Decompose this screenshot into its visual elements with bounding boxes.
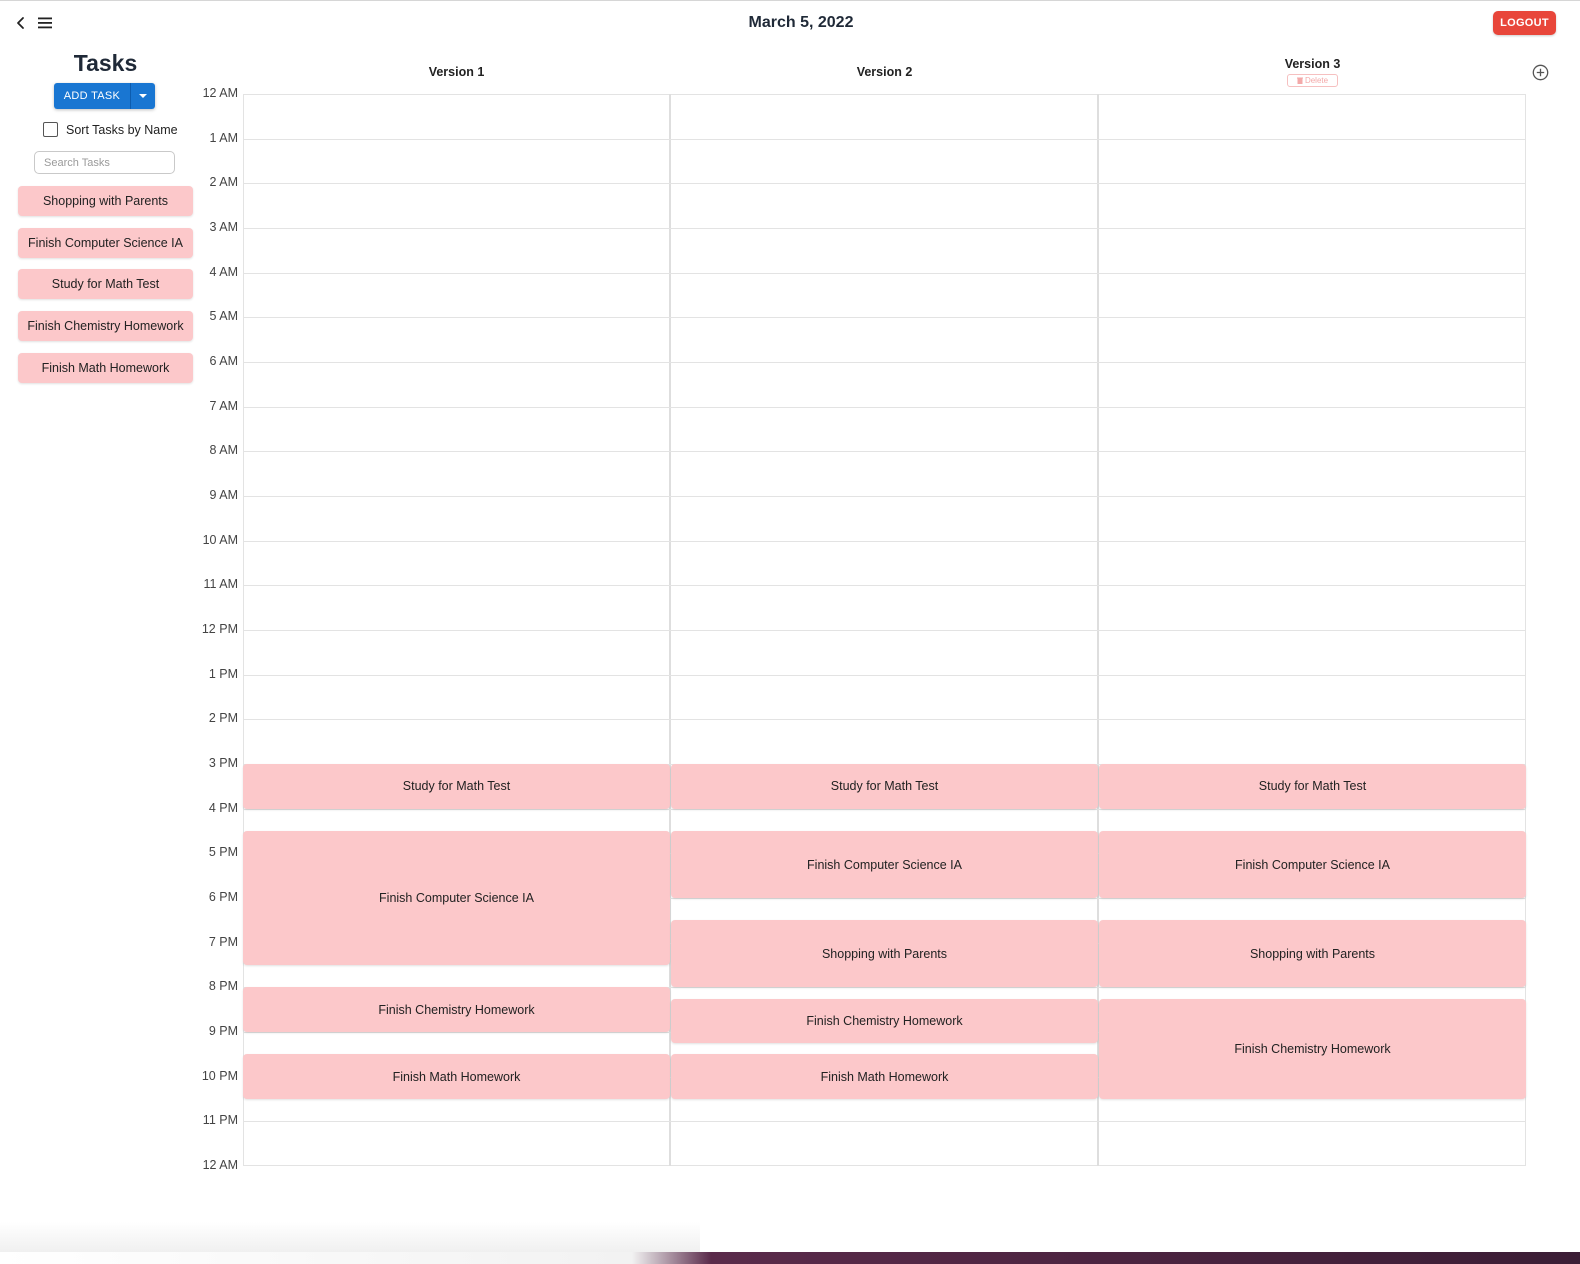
hour-label: 7 PM <box>208 934 238 949</box>
task-list: Shopping with Parents Finish Computer Sc… <box>18 186 193 394</box>
calendar-event[interactable]: Finish Computer Science IA <box>1099 831 1526 899</box>
delete-version-button[interactable]: Delete <box>1287 74 1338 87</box>
hour-label: 5 PM <box>208 845 238 860</box>
task-item[interactable]: Study for Math Test <box>18 269 193 300</box>
calendar-event[interactable]: Shopping with Parents <box>1099 920 1526 988</box>
sort-tasks-checkbox[interactable] <box>43 122 58 137</box>
hour-gridline <box>243 317 1526 319</box>
top-divider <box>0 0 1580 1</box>
calendar-event[interactable]: Finish Computer Science IA <box>243 831 670 966</box>
hour-label: 11 AM <box>203 577 238 592</box>
hour-gridline <box>243 272 1526 274</box>
hour-label: 6 PM <box>208 890 238 905</box>
add-version-button[interactable] <box>1532 64 1549 81</box>
bottom-strip <box>0 1252 1580 1264</box>
calendar-event[interactable]: Study for Math Test <box>1099 764 1526 809</box>
calendar-event[interactable]: Finish Math Homework <box>671 1054 1098 1100</box>
hour-gridline <box>243 496 1526 498</box>
plus-circle-icon <box>1532 64 1549 81</box>
version-1-title: Version 1 <box>428 65 485 79</box>
hour-gridline <box>243 228 1526 229</box>
hour-label: 4 AM <box>209 264 239 279</box>
hour-gridline <box>243 183 1526 185</box>
hour-gridline <box>243 674 1526 676</box>
sort-tasks-option: Sort Tasks by Name <box>43 122 178 137</box>
hour-label: 5 AM <box>209 309 239 324</box>
calendar-event[interactable]: Finish Math Homework <box>243 1054 670 1100</box>
hour-label: 1 PM <box>208 666 238 681</box>
trash-icon <box>1296 77 1303 84</box>
add-task-button[interactable]: ADD TASK <box>54 83 130 109</box>
calendar-event[interactable]: Study for Math Test <box>243 764 670 809</box>
hour-label: 2 AM <box>209 175 239 190</box>
version-3-title: Version 3 <box>1284 57 1341 71</box>
hour-gridline <box>243 362 1526 364</box>
delete-version-label: Delete <box>1304 76 1329 85</box>
calendar-grid: Study for Math Test Finish Computer Scien… <box>243 94 1526 1166</box>
calendar-event[interactable]: Finish Chemistry Homework <box>243 987 670 1033</box>
hour-label: 4 PM <box>208 800 238 815</box>
task-item[interactable]: Finish Math Homework <box>18 352 193 383</box>
hour-gridline <box>243 585 1526 587</box>
bottom-shadow <box>0 1222 700 1252</box>
sort-tasks-label: Sort Tasks by Name <box>66 122 178 137</box>
task-item[interactable]: Finish Computer Science IA <box>18 227 193 258</box>
search-tasks-input[interactable] <box>34 151 175 174</box>
hour-gridline <box>243 719 1526 721</box>
calendar-event[interactable]: Shopping with Parents <box>671 920 1098 988</box>
hour-label: 1 AM <box>209 130 239 145</box>
hour-gridline <box>243 1121 1526 1123</box>
hour-gridline <box>243 406 1526 408</box>
hour-label: 7 AM <box>209 398 239 413</box>
calendar-event[interactable]: Finish Chemistry Homework <box>671 998 1098 1044</box>
hour-gridline <box>243 808 1526 810</box>
calendar-event[interactable]: Study for Math Test <box>671 764 1098 809</box>
hour-label: 2 PM <box>208 711 238 726</box>
caret-down-icon <box>139 94 147 98</box>
task-item[interactable]: Shopping with Parents <box>18 186 193 216</box>
hour-gridline <box>243 138 1526 140</box>
tasks-heading: Tasks <box>73 50 138 76</box>
hour-label: 3 PM <box>208 756 238 771</box>
hour-label: 12 AM <box>202 86 238 100</box>
hour-label: 12 PM <box>201 622 238 637</box>
calendar-event[interactable]: Finish Chemistry Homework <box>1099 998 1526 1100</box>
hour-gridline <box>243 630 1526 632</box>
version-2-title: Version 2 <box>856 65 913 79</box>
hour-label: 3 AM <box>209 220 239 234</box>
task-item[interactable]: Finish Chemistry Homework <box>18 311 193 342</box>
add-task-button-group: ADD TASK <box>54 83 155 109</box>
hour-label: 9 AM <box>209 488 239 503</box>
hour-label: 6 AM <box>209 354 239 369</box>
hour-label: 11 PM <box>202 1113 238 1128</box>
hour-gridline <box>243 540 1526 542</box>
add-task-dropdown-button[interactable] <box>130 83 155 109</box>
hour-label: 8 AM <box>209 443 239 458</box>
hour-label: 12 AM <box>202 1158 238 1173</box>
hour-label: 9 PM <box>208 1024 238 1039</box>
page-title: March 5, 2022 <box>748 14 854 31</box>
calendar-event[interactable]: Finish Computer Science IA <box>671 831 1098 899</box>
hour-label: 10 PM <box>201 1068 238 1083</box>
logout-button[interactable]: LOGOUT <box>1493 11 1556 35</box>
hour-label: 8 PM <box>208 979 238 994</box>
hour-label: 10 AM <box>202 532 238 547</box>
hour-gridline <box>243 451 1526 453</box>
